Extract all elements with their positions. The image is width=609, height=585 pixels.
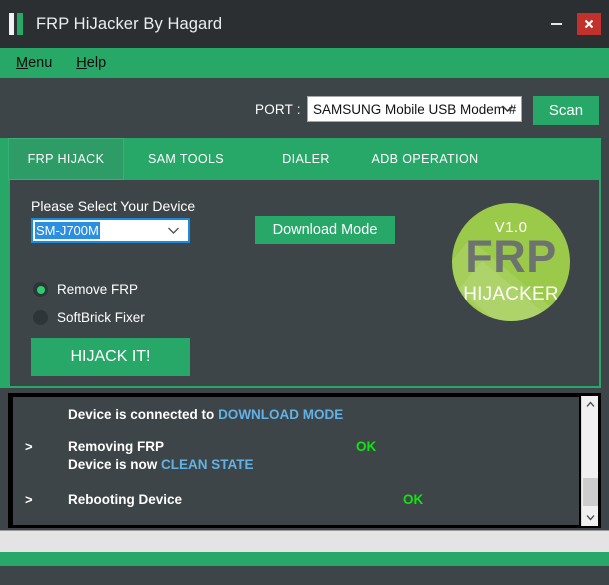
menu-item-help[interactable]: Help [72,54,110,72]
bottom-fill [0,566,609,585]
logo-subtitle: HIJACKER [463,284,559,305]
port-select[interactable]: SAMSUNG Mobile USB Modem # [307,96,522,122]
device-select[interactable]: SM-J700M [31,218,190,243]
tab-sam-tools[interactable]: SAM TOOLS [128,138,244,180]
title-bar: FRP HiJacker By Hagard [0,0,609,48]
app-bars-icon [9,13,25,35]
log-line: Rebooting Device [68,492,183,507]
menu-bar: Menu Help [0,48,609,78]
tab-frp-hijack[interactable]: FRP HIJACK [8,138,124,180]
log-arrow: > [25,439,33,454]
radio-softbrick-fixer-label: SoftBrick Fixer [57,310,145,325]
frp-hijacker-window: FRP HiJacker By Hagard Menu Help PORT : … [0,0,609,585]
radio-remove-frp-label: Remove FRP [57,282,139,297]
frp-hijacker-logo: V1.0 FRP HIJACKER [452,203,570,321]
close-icon [584,19,594,29]
device-selected-value: SM-J700M [35,222,100,239]
tab-adb-operation[interactable]: ADB OPERATION [360,138,490,180]
menu-label: enu [28,55,53,71]
radio-remove-frp[interactable]: Remove FRP [33,282,138,297]
scrollbar-thumb[interactable] [583,478,598,506]
log-highlight: DOWNLOAD MODE [218,407,344,422]
log-scrollbar[interactable] [581,396,598,526]
window-controls [541,0,609,48]
log-panel: Device is connected to DOWNLOAD MODE > Rem… [8,393,601,528]
help-label: elp [86,55,107,71]
hijack-it-button[interactable]: HIJACK IT! [31,338,190,376]
log-arrow: > [25,492,33,507]
chevron-down-icon [167,222,180,240]
tab-strip: FRP HIJACK SAM TOOLS DIALER ADB OPERATIO… [0,138,601,180]
log-output: Device is connected to DOWNLOAD MODE > Rem… [13,397,579,525]
bottom-green-bar [0,552,609,566]
log-highlight: CLEAN STATE [161,457,254,472]
log-status-ok: OK [356,439,377,454]
log-line: Removing FRP [68,439,165,454]
chevron-down-icon [586,515,595,521]
help-accel: H [76,55,87,71]
tab-dialer[interactable]: DIALER [258,138,354,180]
logo-name: FRP [465,231,557,282]
log-line: Device is now CLEAN STATE [68,457,254,472]
scroll-up-button[interactable] [582,396,599,413]
port-selected-value: SAMSUNG Mobile USB Modem # [313,101,517,117]
download-mode-button[interactable]: Download Mode [255,216,395,244]
status-bar [0,530,609,552]
log-line: Device is connected to DOWNLOAD MODE [68,407,344,422]
scan-button[interactable]: Scan [533,96,599,125]
menu-accel: M [16,55,29,71]
minimize-button[interactable] [541,9,571,39]
close-button[interactable] [577,13,601,35]
scroll-down-button[interactable] [582,509,599,526]
chevron-down-icon [501,100,514,118]
radio-softbrick-fixer[interactable]: SoftBrick Fixer [33,310,145,325]
chevron-up-icon [586,401,595,407]
log-status-ok: OK [403,492,424,507]
window-title: FRP HiJacker By Hagard [36,14,223,33]
radio-dot-icon [33,282,48,297]
radio-dot-icon [33,310,48,325]
port-label: PORT : [255,102,301,117]
panel-left-strip [0,180,8,388]
device-select-label: Please Select Your Device [31,198,196,214]
menu-item-menu[interactable]: Menu [12,54,56,72]
